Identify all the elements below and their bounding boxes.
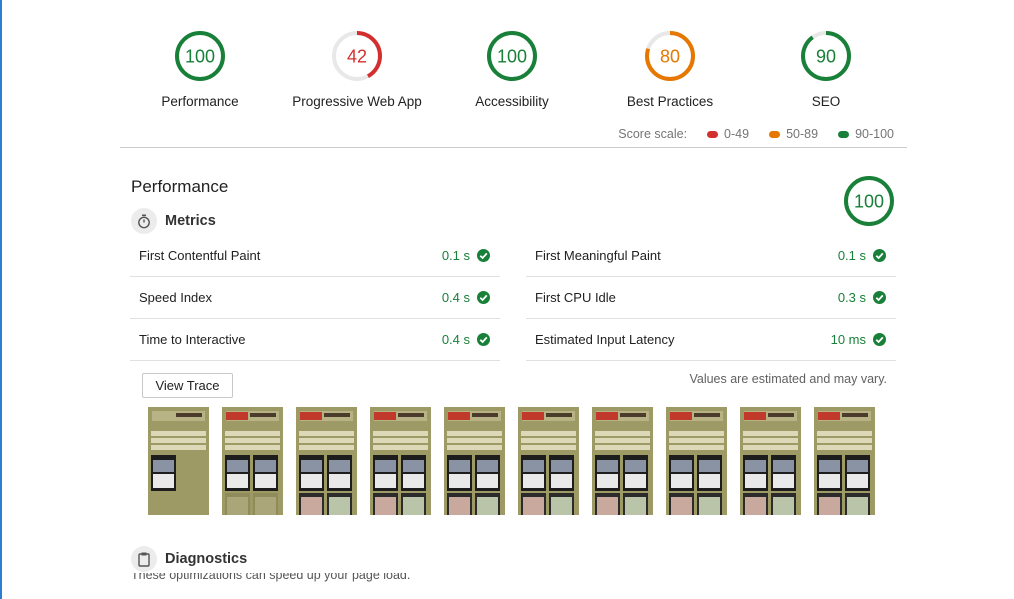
- metric-value: 0.4 s: [441, 290, 470, 305]
- score-range-average: 50-89: [769, 127, 818, 141]
- category-label: Best Practices: [626, 94, 714, 109]
- gauge-score: 100: [854, 192, 884, 212]
- score-range-pass-label: 90-100: [855, 127, 894, 141]
- filmstrip-frame: [444, 407, 505, 515]
- gauge-score: 80: [660, 47, 680, 67]
- section-divider: [120, 147, 907, 148]
- filmstrip-frame: [148, 407, 209, 515]
- pass-check-icon: [873, 291, 886, 304]
- metric-value: 0.1 s: [837, 248, 866, 263]
- metric-name: First Contentful Paint: [139, 248, 261, 263]
- gauge-score: 42: [347, 47, 367, 67]
- metric-value: 0.3 s: [837, 290, 866, 305]
- diagnostics-subtitle-text: These optimizations can speed up your pa…: [131, 573, 411, 582]
- pass-check-icon: [873, 249, 886, 262]
- performance-score-gauge: 100: [843, 175, 895, 232]
- category-gauge[interactable]: 90 SEO: [746, 30, 906, 109]
- score-gauge-icon: 80: [645, 31, 695, 81]
- view-trace-button[interactable]: View Trace: [142, 373, 233, 398]
- metric-name: First CPU Idle: [535, 290, 616, 305]
- score-scale-label: Score scale:: [618, 127, 688, 141]
- metric-row: Speed Index 0.4 s: [130, 277, 500, 319]
- metric-name: Speed Index: [139, 290, 213, 305]
- metric-value: 0.4 s: [441, 332, 470, 347]
- fail-dot-icon: [707, 130, 719, 138]
- pass-check-icon: [477, 249, 490, 262]
- score-gauge-icon: 42: [332, 31, 382, 81]
- category-gauge[interactable]: 100 Performance: [120, 30, 280, 109]
- gauge-score: 100: [497, 47, 527, 67]
- diagnostics-header: Diagnostics: [131, 546, 247, 572]
- metric-row: First Contentful Paint 0.1 s: [130, 235, 500, 277]
- average-dot-icon: [769, 130, 781, 138]
- metrics-column-right: First Meaningful Paint 0.1 s First CPU Idl…: [526, 235, 896, 361]
- filmstrip-frame: [222, 407, 283, 515]
- score-range-pass: 90-100: [838, 127, 894, 141]
- metric-row: Time to Interactive 0.4 s: [130, 319, 500, 361]
- filmstrip-frame: [296, 407, 357, 515]
- metrics-title: Metrics: [165, 213, 216, 229]
- metric-row: First Meaningful Paint 0.1 s: [526, 235, 896, 277]
- gauge-score: 90: [816, 47, 836, 67]
- metric-name: Time to Interactive: [139, 332, 246, 347]
- diagnostics-title: Diagnostics: [165, 551, 248, 567]
- metric-name: Estimated Input Latency: [535, 332, 675, 347]
- metric-row: Estimated Input Latency 10 ms: [526, 319, 896, 361]
- metric-value: 0.1 s: [441, 248, 470, 263]
- category-gauge[interactable]: 80 Best Practices: [590, 30, 750, 109]
- category-gauge[interactable]: 100 Accessibility: [432, 30, 592, 109]
- score-gauge-icon: 100: [175, 31, 225, 81]
- pass-check-icon: [477, 291, 490, 304]
- score-gauge-icon: 100: [487, 31, 537, 81]
- gauge-score: 100: [185, 47, 215, 67]
- metrics-column-left: First Contentful Paint 0.1 s Speed Index 0.…: [130, 235, 500, 361]
- category-label: Performance: [161, 94, 239, 109]
- stopwatch-icon: [131, 208, 157, 234]
- filmstrip-frame: [370, 407, 431, 515]
- category-label: Progressive Web App: [292, 94, 422, 109]
- window-left-edge: [0, 0, 2, 599]
- category-label: Accessibility: [475, 94, 549, 109]
- pass-dot-icon: [838, 130, 850, 138]
- score-range-average-label: 50-89: [786, 127, 819, 141]
- performance-gauge-icon: 100: [844, 176, 894, 226]
- performance-title: Performance: [131, 177, 229, 196]
- score-range-fail-label: 0-49: [724, 127, 750, 141]
- filmstrip-frame: [666, 407, 727, 515]
- diagnostics-subtitle: These optimizations can speed up your pa…: [131, 573, 410, 583]
- metric-row: First CPU Idle 0.3 s: [526, 277, 896, 319]
- clipboard-icon: [131, 546, 157, 572]
- filmstrip-frame: [518, 407, 579, 515]
- filmstrip-frame: [740, 407, 801, 515]
- pass-check-icon: [477, 333, 490, 346]
- filmstrip-frame: [592, 407, 653, 515]
- pass-check-icon: [873, 333, 886, 346]
- metrics-header: Metrics: [131, 208, 216, 234]
- score-range-fail: 0-49: [707, 127, 749, 141]
- score-gauge-icon: 90: [801, 31, 851, 81]
- metric-name: First Meaningful Paint: [535, 248, 661, 263]
- category-label: SEO: [811, 94, 841, 109]
- category-gauge[interactable]: 42 Progressive Web App: [277, 30, 437, 109]
- score-scale: Score scale: 0-49 50-89 90-100: [618, 127, 894, 141]
- filmstrip-frame: [814, 407, 875, 515]
- estimate-note: Values are estimated and may vary.: [689, 372, 887, 386]
- metric-value: 10 ms: [830, 332, 866, 347]
